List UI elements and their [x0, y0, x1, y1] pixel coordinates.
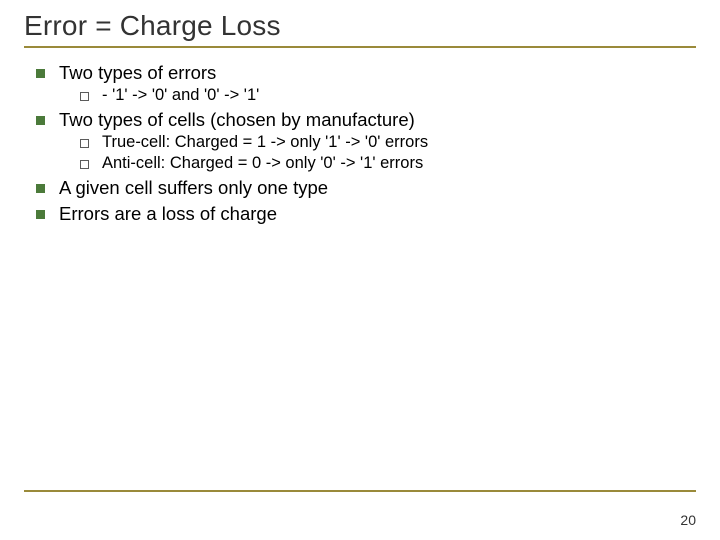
page-number: 20: [680, 512, 696, 528]
square-bullet-icon: [36, 116, 45, 125]
bullet-text: Two types of errors: [59, 62, 216, 84]
hollow-square-icon: [80, 92, 89, 101]
square-bullet-icon: [36, 69, 45, 78]
bullet-text: - '1' -> '0' and '0' -> '1': [102, 86, 259, 105]
hollow-square-icon: [80, 160, 89, 169]
bullet-l1: Two types of errors: [36, 62, 696, 84]
bullet-text: A given cell suffers only one type: [59, 177, 328, 199]
hollow-square-icon: [80, 139, 89, 148]
title-divider: [24, 46, 696, 48]
bullet-l1: Errors are a loss of charge: [36, 203, 696, 225]
content-area: Two types of errors - '1' -> '0' and '0'…: [36, 62, 696, 225]
slide: Error = Charge Loss Two types of errors …: [0, 0, 720, 540]
bullet-l2: - '1' -> '0' and '0' -> '1': [80, 86, 696, 105]
bullet-text: True-cell: Charged = 1 -> only '1' -> '0…: [102, 133, 428, 152]
bullet-l2: True-cell: Charged = 1 -> only '1' -> '0…: [80, 133, 696, 152]
bullet-l1: A given cell suffers only one type: [36, 177, 696, 199]
square-bullet-icon: [36, 210, 45, 219]
footer-divider: [24, 490, 696, 492]
bullet-text: Two types of cells (chosen by manufactur…: [59, 109, 415, 131]
bullet-text: Errors are a loss of charge: [59, 203, 277, 225]
square-bullet-icon: [36, 184, 45, 193]
bullet-l2: Anti-cell: Charged = 0 -> only '0' -> '1…: [80, 154, 696, 173]
bullet-text: Anti-cell: Charged = 0 -> only '0' -> '1…: [102, 154, 423, 173]
slide-title: Error = Charge Loss: [24, 10, 696, 42]
bullet-l1: Two types of cells (chosen by manufactur…: [36, 109, 696, 131]
